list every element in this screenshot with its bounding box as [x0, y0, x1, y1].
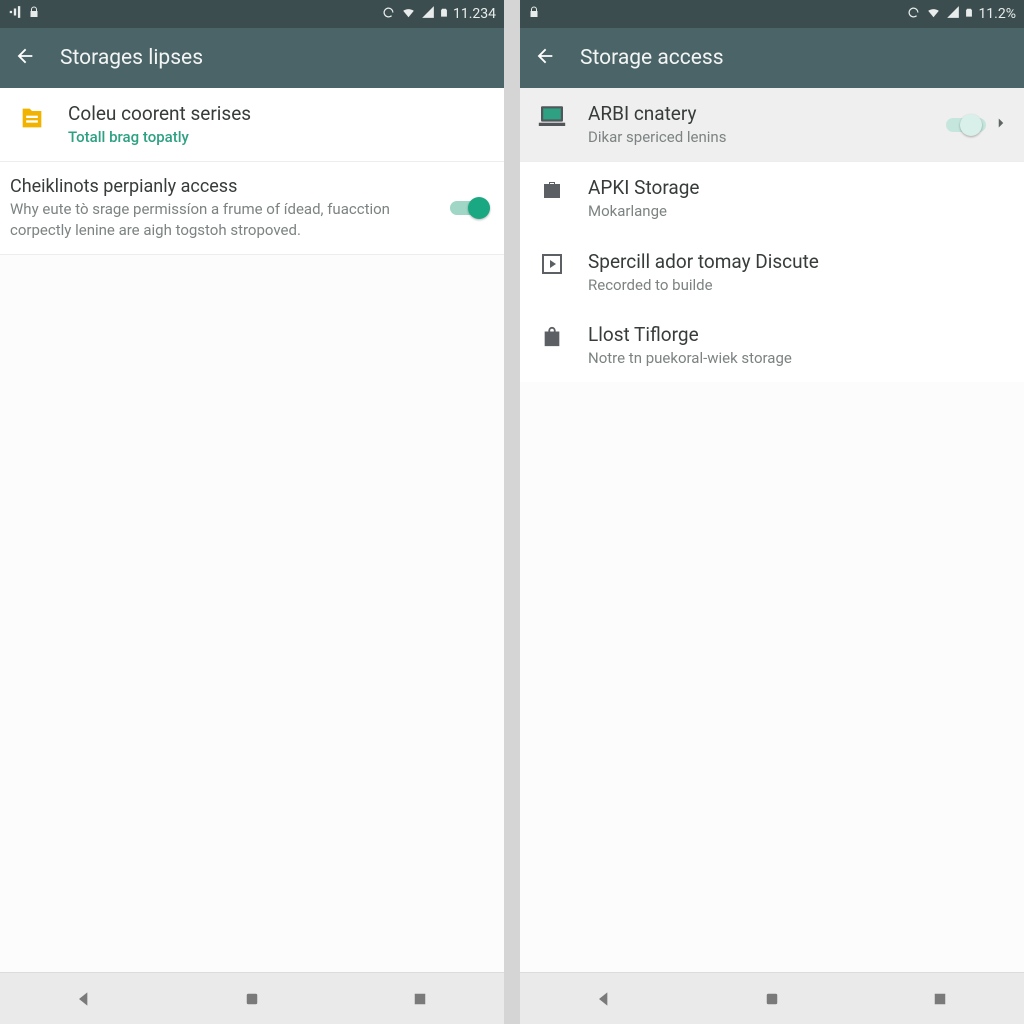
app-bar: Storage access [520, 28, 1024, 88]
battery-icon [439, 5, 449, 24]
item-sub: Mokarlange [588, 201, 1010, 221]
item-checkpoint-access[interactable]: Cheiklinots perpianly access Why eute tò… [0, 162, 504, 255]
chevron-right-icon [992, 114, 1010, 136]
toggle-switch[interactable] [450, 197, 490, 219]
item-lost-storage[interactable]: Llost Tiflorge Notre tn puekoral-wiek st… [520, 309, 1024, 382]
play-box-icon [534, 250, 570, 276]
sync-icon [906, 5, 921, 24]
app-bar-title: Storage access [580, 46, 724, 70]
nav-bar [0, 972, 504, 1024]
settings-list: Coleu coorent serises Totall brag topatl… [0, 88, 504, 972]
folder-icon [14, 102, 50, 132]
item-title: Llost Tiflorge [588, 323, 1010, 346]
signal-icon [421, 5, 435, 23]
settings-list: ARBI cnatery Dikar spericed lenins APKI … [520, 88, 1024, 972]
status-clock: 11.234 [453, 6, 496, 22]
phone-left: 11.234 Storages lipses Coleu coorent ser… [0, 0, 504, 1024]
bag-icon [534, 323, 570, 349]
lock-icon [528, 5, 540, 23]
item-apk-storage[interactable]: APKI Storage Mokarlange [520, 162, 1024, 235]
item-title: Cheiklinots perpianly access [10, 176, 432, 197]
item-special-discute[interactable]: Spercill ador tomay Discute Recorded to … [520, 236, 1024, 309]
app-bar: Storages lipses [0, 28, 504, 88]
item-sub: Why eute tò srage permissíon a frume of … [10, 199, 432, 240]
sync-icon [381, 5, 396, 24]
lock-icon [28, 5, 40, 23]
item-arbi-cnatery[interactable]: ARBI cnatery Dikar spericed lenins [520, 88, 1024, 162]
phone-right: 11.2% Storage access ARBI cnatery Dikar … [520, 0, 1024, 1024]
item-content-series[interactable]: Coleu coorent serises Totall brag topatl… [0, 88, 504, 162]
audio-icon [8, 5, 22, 23]
battery-icon [964, 5, 974, 24]
nav-home[interactable] [742, 979, 802, 1019]
item-title: Spercill ador tomay Discute [588, 250, 1010, 273]
wifi-icon [400, 5, 417, 23]
toggle-switch[interactable] [946, 114, 986, 136]
nav-recents[interactable] [910, 979, 970, 1019]
back-icon[interactable] [14, 45, 36, 71]
nav-home[interactable] [222, 979, 282, 1019]
signal-icon [946, 5, 960, 23]
nav-recents[interactable] [390, 979, 450, 1019]
nav-bar [520, 972, 1024, 1024]
device-icon [534, 102, 570, 126]
briefcase-icon [534, 176, 570, 202]
item-title: APKI Storage [588, 176, 1010, 199]
status-bar: 11.234 [0, 0, 504, 28]
back-icon[interactable] [534, 45, 556, 71]
item-title: Coleu coorent serises [68, 102, 490, 125]
status-bar: 11.2% [520, 0, 1024, 28]
status-clock: 11.2% [978, 6, 1016, 22]
item-sub: Recorded to builde [588, 275, 1010, 295]
item-sub: Dikar spericed lenins [588, 127, 928, 147]
item-sub: Totall brag topatly [68, 127, 490, 147]
wifi-icon [925, 5, 942, 23]
item-sub: Notre tn puekoral-wiek storage [588, 348, 1010, 368]
nav-back[interactable] [54, 979, 114, 1019]
item-title: ARBI cnatery [588, 102, 928, 125]
nav-back[interactable] [574, 979, 634, 1019]
app-bar-title: Storages lipses [60, 46, 203, 70]
